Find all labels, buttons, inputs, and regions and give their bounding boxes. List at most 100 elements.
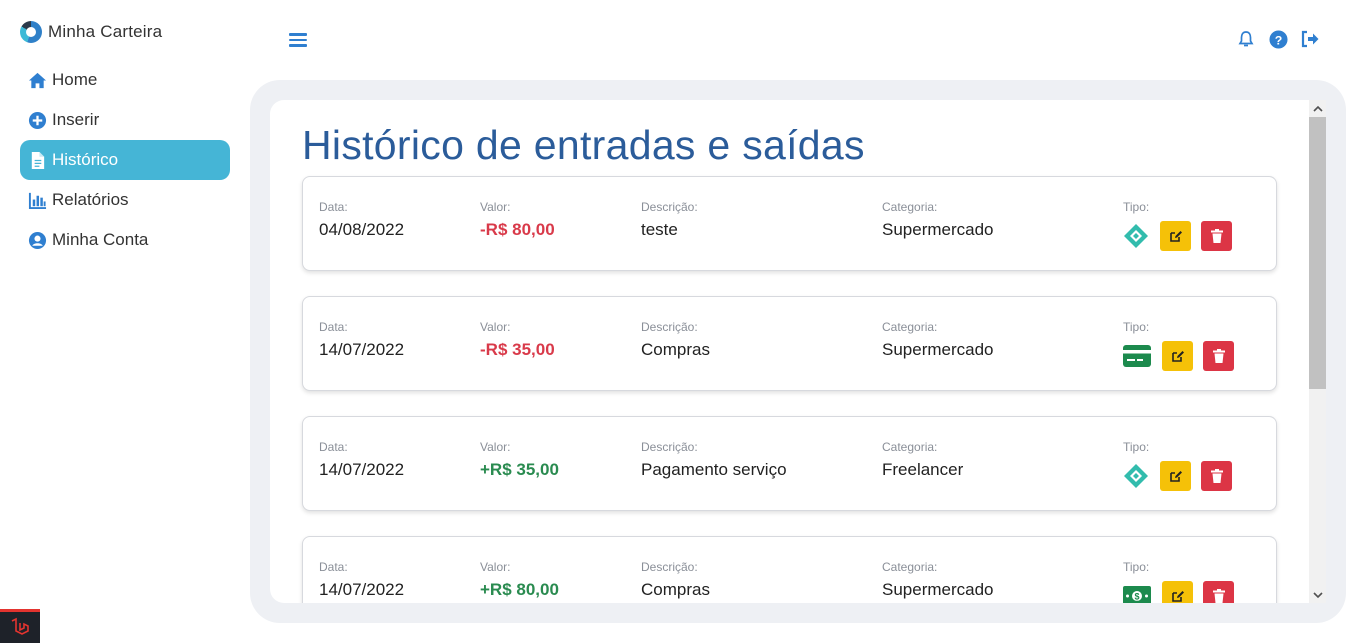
edit-button[interactable]: [1160, 461, 1191, 491]
description-label: Descrição:: [641, 440, 698, 454]
cash-icon: $: [1123, 582, 1151, 603]
value-field: Valor: -R$ 80,00: [480, 200, 555, 240]
category-label: Categoria:: [882, 320, 938, 334]
description-field: Descrição: teste: [641, 200, 698, 240]
laravel-debugbar-icon[interactable]: [0, 609, 40, 643]
plus-circle-icon: [27, 110, 47, 130]
description-value: Pagamento serviço: [641, 460, 787, 479]
content-scrollbar[interactable]: [1309, 100, 1326, 603]
edit-button[interactable]: [1162, 581, 1193, 603]
sidebar-item-inserir[interactable]: Inserir: [20, 100, 230, 140]
category-field: Categoria: Supermercado: [882, 320, 994, 360]
sidebar-item-label: Histórico: [52, 150, 119, 169]
date-field: Data: 14/07/2022: [319, 320, 404, 360]
bar-chart-icon: [27, 190, 47, 210]
svg-text:$: $: [1134, 592, 1139, 602]
help-icon[interactable]: ?: [1268, 29, 1288, 49]
scroll-up-icon[interactable]: [1309, 100, 1326, 117]
edit-icon: [1169, 231, 1182, 242]
description-value: Compras: [641, 580, 710, 599]
value-amount: +R$ 35,00: [480, 460, 559, 479]
type-label: Tipo:: [1123, 560, 1150, 574]
date-label: Data:: [319, 560, 348, 574]
user-circle-icon: [27, 230, 47, 250]
date-field: Data: 14/07/2022: [319, 440, 404, 480]
scroll-down-icon[interactable]: [1309, 586, 1326, 603]
sidebar-nav: Home Inserir Histórico Relatórios Minha …: [20, 60, 230, 260]
description-value: teste: [641, 220, 678, 239]
description-field: Descrição: Compras: [641, 320, 710, 360]
description-label: Descrição:: [641, 560, 698, 574]
svg-text:?: ?: [1274, 33, 1282, 47]
brand[interactable]: Minha Carteira: [20, 20, 162, 44]
transaction-card: Data: 14/07/2022 Valor: -R$ 35,00 Descri…: [302, 296, 1277, 391]
category-value: Freelancer: [882, 460, 964, 479]
menu-toggle-button[interactable]: [289, 31, 307, 49]
value-label: Valor:: [480, 440, 511, 454]
sidebar-item-historico[interactable]: Histórico: [20, 140, 230, 180]
sidebar-item-label: Home: [52, 70, 98, 89]
scroll-thumb[interactable]: [1309, 117, 1326, 389]
type-label: Tipo:: [1123, 200, 1150, 214]
value-amount: -R$ 35,00: [480, 340, 555, 359]
date-field: Data: 14/07/2022: [319, 560, 404, 600]
edit-button[interactable]: [1162, 341, 1193, 371]
delete-button[interactable]: [1201, 461, 1232, 491]
category-field: Categoria: Freelancer: [882, 440, 963, 480]
type-field: Tipo:: [1123, 200, 1149, 214]
value-field: Valor: +R$ 80,00: [480, 560, 559, 600]
edit-icon: [1171, 351, 1184, 362]
category-field: Categoria: Supermercado: [882, 200, 994, 240]
sidebar-item-home[interactable]: Home: [20, 60, 230, 100]
logout-icon[interactable]: [1300, 29, 1320, 49]
description-field: Descrição: Pagamento serviço: [641, 440, 787, 480]
date-value: 14/07/2022: [319, 580, 405, 599]
app-name: Minha Carteira: [48, 22, 163, 41]
trash-icon: [1210, 469, 1223, 483]
home-icon: [27, 70, 47, 90]
value-field: Valor: -R$ 35,00: [480, 320, 555, 360]
value-label: Valor:: [480, 560, 511, 574]
type-field: Tipo:: [1123, 320, 1149, 334]
category-field: Categoria: Supermercado: [882, 560, 994, 600]
value-label: Valor:: [480, 320, 511, 334]
bell-icon[interactable]: [1236, 29, 1256, 49]
trash-icon: [1210, 229, 1223, 243]
sidebar-item-label: Minha Conta: [52, 230, 149, 249]
sidebar-item-label: Inserir: [52, 110, 100, 129]
header-actions: ?: [1236, 29, 1320, 49]
category-value: Supermercado: [882, 580, 994, 599]
type-label: Tipo:: [1123, 320, 1150, 334]
date-field: Data: 04/08/2022: [319, 200, 404, 240]
date-value: 14/07/2022: [319, 460, 405, 479]
document-icon: [27, 150, 47, 170]
pix-icon: [1122, 222, 1150, 250]
trash-icon: [1212, 349, 1225, 363]
edit-button[interactable]: [1160, 221, 1191, 251]
description-field: Descrição: Compras: [641, 560, 710, 600]
main-content[interactable]: Histórico de entradas e saídas Data: 04/…: [270, 100, 1310, 603]
transaction-card: Data: 14/07/2022 Valor: +R$ 80,00 Descri…: [302, 536, 1277, 603]
category-label: Categoria:: [882, 440, 938, 454]
date-label: Data:: [319, 320, 348, 334]
value-field: Valor: +R$ 35,00: [480, 440, 559, 480]
description-label: Descrição:: [641, 320, 698, 334]
pix-icon: [1122, 462, 1150, 490]
sidebar-item-label: Relatórios: [52, 190, 129, 209]
transaction-card: Data: 14/07/2022 Valor: +R$ 35,00 Descri…: [302, 416, 1277, 511]
credit-card-icon: [1123, 342, 1151, 370]
date-label: Data:: [319, 200, 348, 214]
category-value: Supermercado: [882, 340, 994, 359]
delete-button[interactable]: [1201, 221, 1232, 251]
page-title: Histórico de entradas e saídas: [302, 122, 865, 168]
delete-button[interactable]: [1203, 581, 1234, 603]
value-amount: -R$ 80,00: [480, 220, 555, 239]
sidebar-item-minha-conta[interactable]: Minha Conta: [20, 220, 230, 260]
delete-button[interactable]: [1203, 341, 1234, 371]
category-label: Categoria:: [882, 560, 938, 574]
description-label: Descrição:: [641, 200, 698, 214]
sidebar-item-relatorios[interactable]: Relatórios: [20, 180, 230, 220]
date-label: Data:: [319, 440, 348, 454]
wallet-logo-icon: [20, 21, 42, 43]
trash-icon: [1212, 589, 1225, 603]
